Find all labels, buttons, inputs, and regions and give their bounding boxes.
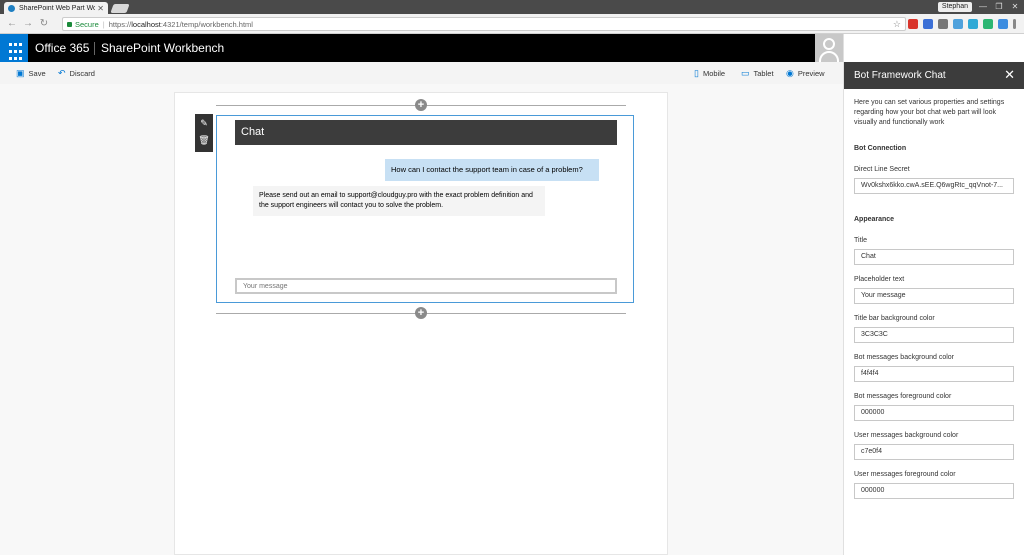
forward-icon[interactable]: → <box>22 18 34 30</box>
placeholder-label: Placeholder text <box>854 276 905 283</box>
bot-connection-heading: Bot Connection <box>854 145 907 152</box>
adblock-icon[interactable] <box>908 19 918 29</box>
secret-label: Direct Line Secret <box>854 166 910 173</box>
browser-menu-icon[interactable] <box>1013 19 1016 29</box>
secure-label: Secure <box>75 19 99 29</box>
extension-icons <box>908 19 1016 29</box>
placeholder-field[interactable]: Your message <box>854 288 1014 304</box>
bot-bg-label: Bot messages background color <box>854 354 954 361</box>
bot-chat-webpart[interactable]: Chat How can I contact the support team … <box>216 115 634 303</box>
extension-green-icon[interactable] <box>983 19 993 29</box>
edit-pencil-icon[interactable]: ✎ <box>200 118 208 129</box>
person-head-icon <box>823 38 835 50</box>
appearance-heading: Appearance <box>854 216 895 223</box>
bot-message: Please send out an email to support@clou… <box>253 186 545 216</box>
browser-tab[interactable]: SharePoint Web Part Wo ✕ <box>4 2 108 14</box>
pane-description: Here you can set various properties and … <box>854 99 1005 126</box>
user-message: How can I contact the support team in ca… <box>385 159 599 181</box>
tablet-button[interactable]: ▭ Tablet <box>741 68 774 79</box>
bot-bg-field[interactable]: f4f4f4 <box>854 366 1014 382</box>
new-tab-button[interactable] <box>110 4 130 13</box>
extension-blue-icon[interactable] <box>968 19 978 29</box>
close-window-icon[interactable]: ✕ <box>1008 1 1022 12</box>
tab-title: SharePoint Web Part Wo <box>19 4 96 12</box>
url-scheme: https:// <box>108 19 132 29</box>
secret-field[interactable]: Wv0kshx6kko.cwA.sEE.Q6wgRtc_qqVnot-7... <box>854 178 1014 194</box>
add-webpart-top-button[interactable]: + <box>415 99 427 111</box>
user-bg-label: User messages background color <box>854 432 959 439</box>
grid-extension-icon[interactable] <box>998 19 1008 29</box>
brand-divider <box>94 42 95 55</box>
minimize-icon[interactable]: — <box>976 1 990 12</box>
product-title: SharePoint Workbench <box>101 41 225 55</box>
title-field[interactable]: Chat <box>854 249 1014 265</box>
person-body-icon <box>819 51 839 62</box>
preview-button[interactable]: ◉ Preview <box>786 68 825 79</box>
avatar[interactable] <box>815 34 843 62</box>
mobile-label: Mobile <box>702 69 726 78</box>
bot-fg-label: Bot messages foreground color <box>854 393 952 400</box>
webpart-toolbar: ✎ 🗑 <box>195 114 213 152</box>
url-host: localhost <box>131 19 161 29</box>
tablet-icon: ▭ <box>741 68 750 78</box>
brand-title[interactable]: Office 365 <box>35 41 89 55</box>
user-fg-label: User messages foreground color <box>854 471 956 478</box>
reload-icon[interactable]: ↻ <box>38 18 50 30</box>
suite-bar: Office 365 SharePoint Workbench <box>0 34 843 62</box>
app-launcher-icon[interactable] <box>0 34 28 62</box>
chat-title-bar: Chat <box>235 120 617 145</box>
back-icon[interactable]: ← <box>6 18 18 30</box>
titlebar-bg-label: Title bar background color <box>854 315 935 322</box>
tab-close-icon[interactable]: ✕ <box>97 4 104 13</box>
property-pane: Bot Framework Chat ✕ Here you can set va… <box>843 34 1024 555</box>
title-label: Title <box>854 237 867 244</box>
bot-fg-field[interactable]: 000000 <box>854 405 1014 421</box>
discard-button[interactable]: ↶ Discard <box>58 68 95 79</box>
titlebar-bg-field[interactable]: 3C3C3C <box>854 327 1014 343</box>
address-bar[interactable]: Secure | https:// localhost :4321/temp/w… <box>62 17 906 31</box>
save-icon: ▣ <box>16 68 25 78</box>
tablet-label: Tablet <box>753 69 774 78</box>
close-icon[interactable]: ✕ <box>1004 67 1015 83</box>
profile-button[interactable]: Stephan <box>937 2 972 12</box>
url-path: :4321/temp/workbench.html <box>160 19 253 29</box>
discard-label: Discard <box>69 69 95 78</box>
lock-icon <box>67 21 72 27</box>
mobile-button[interactable]: ▯ Mobile <box>694 68 725 79</box>
restore-icon[interactable]: ❐ <box>992 1 1006 12</box>
preview-label: Preview <box>797 69 825 78</box>
message-input[interactable] <box>235 278 617 294</box>
browser-toolbar: ← → ↻ Secure | https:// localhost :4321/… <box>0 14 1024 34</box>
sharepoint-favicon-icon <box>8 4 15 12</box>
window-controls: — ❐ ✕ <box>976 1 1022 12</box>
pane-title: Bot Framework Chat <box>854 70 946 81</box>
user-bg-field[interactable]: c7e0f4 <box>854 444 1014 460</box>
windows-icon[interactable] <box>953 19 963 29</box>
command-bar: ▣ Save ↶ Discard ▯ Mobile ▭ Tablet ◉ Pre… <box>0 62 843 84</box>
devtools-icon[interactable] <box>938 19 948 29</box>
delete-trash-icon[interactable]: 🗑 <box>198 135 209 146</box>
add-webpart-bottom-button[interactable]: + <box>415 307 427 319</box>
extension-d-icon[interactable] <box>923 19 933 29</box>
save-label: Save <box>28 69 46 78</box>
eye-icon: ◉ <box>786 68 794 78</box>
bookmark-star-icon[interactable]: ☆ <box>893 19 901 30</box>
url-separator: | <box>102 19 105 29</box>
undo-icon: ↶ <box>58 68 66 78</box>
user-fg-field[interactable]: 000000 <box>854 483 1014 499</box>
property-pane-header: Bot Framework Chat ✕ <box>844 62 1024 89</box>
phone-icon: ▯ <box>694 68 699 78</box>
browser-tab-strip: SharePoint Web Part Wo ✕ Stephan — ❐ ✕ <box>0 0 1024 14</box>
save-button[interactable]: ▣ Save <box>16 68 46 79</box>
